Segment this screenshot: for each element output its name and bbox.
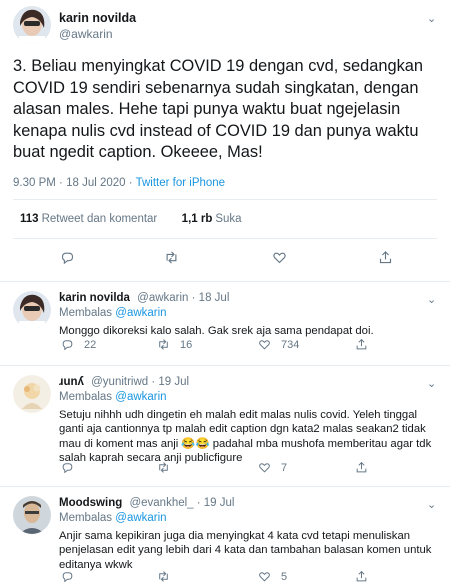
avatar[interactable] xyxy=(13,291,51,329)
share-icon xyxy=(356,570,367,582)
like-count: 7 xyxy=(281,461,288,474)
like-button[interactable] xyxy=(272,250,287,265)
replying-to: Membalas @awkarin xyxy=(59,391,167,403)
retweet-button[interactable]: 16 xyxy=(157,338,192,351)
reply-tweet[interactable]: ɹunʎ @yunitriwd · 19 Jul ⌄ Membalas @awk… xyxy=(0,367,450,487)
share-button[interactable] xyxy=(355,461,368,474)
like-count: 5 xyxy=(281,570,288,583)
like-count: 734 xyxy=(281,338,300,351)
tweet-actions xyxy=(0,250,450,270)
author-name[interactable]: karin novilda xyxy=(59,11,136,25)
replying-to-handle[interactable]: @awkarin xyxy=(115,512,166,524)
retweet-button[interactable] xyxy=(164,250,179,265)
reply-author-name[interactable]: karin novilda xyxy=(59,292,130,304)
reply-author-name[interactable]: ɹunʎ xyxy=(59,376,84,388)
reply-date[interactable]: · 18 Jul xyxy=(192,292,230,304)
reply-icon xyxy=(62,572,73,583)
replying-to: Membalas @awkarin xyxy=(59,307,167,319)
likes-stat[interactable]: 1,1 rb Suka xyxy=(182,213,242,225)
retweet-icon xyxy=(166,251,177,264)
main-tweet: karin novilda @awkarin ⌄ 3. Beliau menyi… xyxy=(0,0,450,282)
more-options-icon[interactable]: ⌄ xyxy=(427,293,436,306)
share-icon xyxy=(356,461,367,473)
reply-button[interactable]: 22 xyxy=(61,338,96,351)
heart-icon xyxy=(273,252,286,264)
author-handle[interactable]: @awkarin xyxy=(59,27,113,41)
reply-text: Setuju nihhh udh dingetin eh malah edit … xyxy=(59,409,432,465)
share-button[interactable] xyxy=(355,338,368,351)
replying-to-handle[interactable]: @awkarin xyxy=(115,307,166,319)
replying-to: Membalas @awkarin xyxy=(59,512,167,524)
reply-text: Anjir sama kepikiran juga dia menyingkat… xyxy=(59,530,432,571)
divider xyxy=(13,199,437,200)
more-options-icon[interactable]: ⌄ xyxy=(427,498,436,511)
reply-actions: 7 xyxy=(0,461,450,477)
retweet-button[interactable] xyxy=(157,570,180,583)
reply-button[interactable] xyxy=(61,461,84,474)
share-icon xyxy=(379,251,392,264)
tweet-source[interactable]: Twitter for iPhone xyxy=(136,177,225,189)
reply-actions: 5 xyxy=(0,570,450,586)
share-button[interactable] xyxy=(378,250,393,265)
share-icon xyxy=(356,338,367,350)
like-button[interactable]: 7 xyxy=(258,461,287,474)
reply-header: karin novilda @awkarin · 18 Jul xyxy=(59,292,229,304)
retweet-count: 16 xyxy=(180,338,193,351)
reply-author-name[interactable]: Moodswing xyxy=(59,497,122,509)
reply-handle[interactable]: @awkarin xyxy=(137,292,188,304)
avatar[interactable] xyxy=(13,496,51,534)
reply-text: Monggo dikoreksi kalo salah. Gak srek aj… xyxy=(59,325,374,337)
reply-icon xyxy=(62,463,73,474)
reply-header: ɹunʎ @yunitriwd · 19 Jul xyxy=(59,376,189,388)
replying-label: Membalas xyxy=(59,307,113,319)
heart-icon xyxy=(259,340,270,350)
like-button[interactable]: 734 xyxy=(258,338,299,351)
reply-icon xyxy=(61,252,74,265)
reply-button[interactable] xyxy=(61,570,84,583)
reply-tweet[interactable]: Moodswing @evankhel_ · 19 Jul ⌄ Membalas… xyxy=(0,488,450,588)
avatar[interactable] xyxy=(13,375,51,413)
tweet-time[interactable]: 9.30 PM xyxy=(13,177,56,189)
heart-icon xyxy=(259,463,270,473)
engagement-stats: 113 Retweet dan komentar 1,1 rb Suka xyxy=(20,213,242,225)
retweets-stat[interactable]: 113 Retweet dan komentar xyxy=(20,213,157,225)
avatar[interactable] xyxy=(13,6,51,44)
tweet-date[interactable]: 18 Jul 2020 xyxy=(66,177,125,189)
retweet-icon xyxy=(159,571,168,582)
retweet-icon xyxy=(159,339,168,350)
more-options-icon[interactable]: ⌄ xyxy=(427,377,436,390)
meta-separator: · xyxy=(59,177,63,189)
retweets-count: 113 xyxy=(20,213,39,225)
retweet-button[interactable] xyxy=(157,461,180,474)
tweet-text: 3. Beliau menyingkat COVID 19 dengan cvd… xyxy=(13,57,424,162)
more-options-icon[interactable]: ⌄ xyxy=(427,12,436,25)
reply-icon xyxy=(62,340,73,351)
reply-header: Moodswing @evankhel_ · 19 Jul xyxy=(59,497,234,509)
likes-count: 1,1 rb xyxy=(181,213,213,225)
replying-label: Membalas xyxy=(59,391,113,403)
reply-tweet[interactable]: karin novilda @awkarin · 18 Jul ⌄ Membal… xyxy=(0,283,450,366)
retweets-label: Retweet dan komentar xyxy=(41,213,158,225)
replying-to-handle[interactable]: @awkarin xyxy=(115,391,166,403)
reply-date[interactable]: · 19 Jul xyxy=(151,376,189,388)
retweet-icon xyxy=(159,462,168,473)
meta-separator: · xyxy=(128,177,133,189)
reply-date[interactable]: · 19 Jul xyxy=(197,497,235,509)
share-button[interactable] xyxy=(355,570,368,583)
reply-button[interactable] xyxy=(60,250,75,265)
reply-count: 22 xyxy=(84,338,97,351)
divider xyxy=(13,238,437,239)
heart-icon xyxy=(259,572,270,582)
tweet-meta: 9.30 PM · 18 Jul 2020 · Twitter for iPho… xyxy=(13,177,225,189)
like-button[interactable]: 5 xyxy=(258,570,287,583)
replying-label: Membalas xyxy=(59,512,113,524)
reply-handle[interactable]: @yunitriwd xyxy=(91,376,148,388)
likes-label: Suka xyxy=(215,213,242,225)
reply-actions: 22 16 734 xyxy=(0,338,450,354)
reply-handle[interactable]: @evankhel_ xyxy=(129,497,193,509)
